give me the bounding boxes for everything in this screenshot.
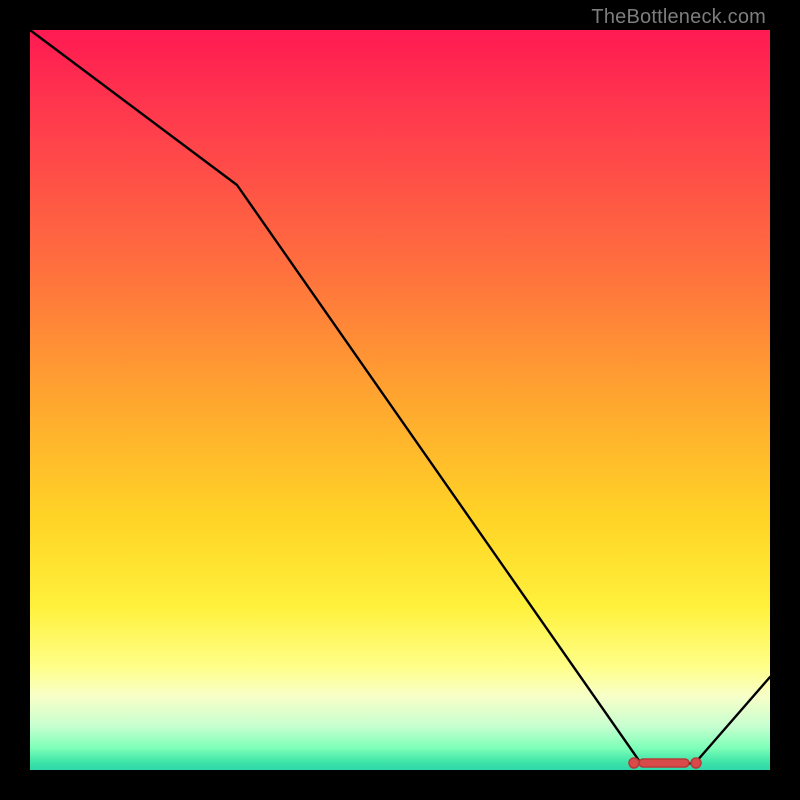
chart-curve	[30, 30, 770, 766]
trough-bar	[639, 759, 689, 767]
watermark-label: TheBottleneck.com	[591, 6, 766, 29]
trough-dot	[629, 758, 639, 768]
chart-stage: TheBottleneck.com	[0, 0, 800, 800]
trough-dot	[691, 758, 701, 768]
chart-svg	[30, 30, 770, 770]
